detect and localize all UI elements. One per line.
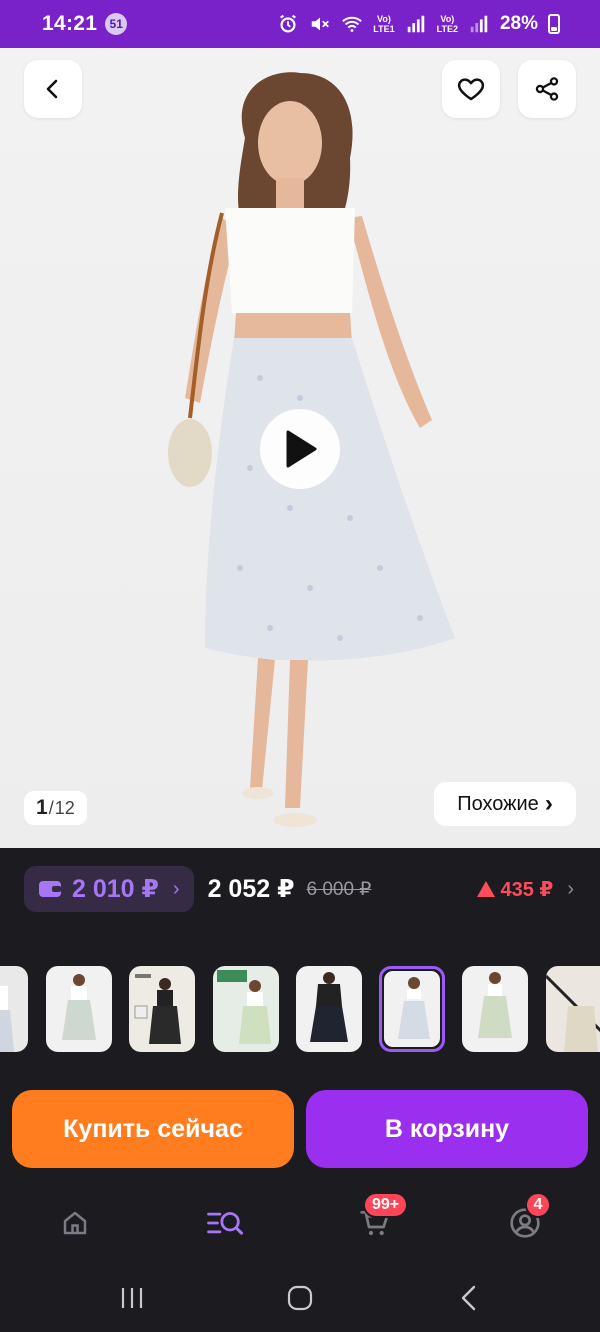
sim2-label: Vo) LTE2 bbox=[436, 14, 458, 34]
signal-icon-2 bbox=[470, 15, 488, 33]
variant-thumb[interactable] bbox=[213, 966, 279, 1052]
variant-thumb[interactable] bbox=[0, 966, 28, 1052]
price-details-chevron-icon[interactable]: › bbox=[567, 878, 574, 901]
wifi-icon bbox=[342, 16, 363, 32]
tab-catalog[interactable] bbox=[205, 1203, 245, 1243]
sim1-label: Vo) LTE1 bbox=[373, 14, 395, 34]
signal-icon bbox=[407, 15, 424, 33]
price-change: 435 ₽ bbox=[476, 877, 553, 902]
triangle-up-icon bbox=[477, 881, 496, 897]
page-separator: / bbox=[48, 798, 54, 818]
battery-icon bbox=[548, 14, 560, 34]
status-time: 14:21 bbox=[42, 12, 98, 35]
current-page: 1 bbox=[36, 796, 48, 819]
current-price: 2 052 ₽ bbox=[207, 875, 295, 903]
price-bar[interactable]: 2 010 ₽ › 2 052 ₽ 6 000 ₽ 435 ₽ › bbox=[0, 848, 600, 930]
profile-notification-badge: 4 bbox=[525, 1192, 551, 1218]
back-nav-button[interactable] bbox=[448, 1281, 488, 1315]
variant-thumb[interactable] bbox=[462, 966, 528, 1052]
favorite-button[interactable] bbox=[442, 60, 500, 118]
share-icon bbox=[535, 77, 559, 101]
play-icon bbox=[286, 430, 317, 468]
mute-icon bbox=[312, 17, 330, 31]
product-gallery[interactable]: 1 / 12 Похожие › bbox=[0, 48, 600, 848]
chevron-left-icon bbox=[46, 79, 58, 99]
notification-count-badge: 51 bbox=[105, 13, 128, 35]
recent-apps-icon bbox=[121, 1288, 143, 1308]
wallet-price-chip[interactable]: 2 010 ₽ › bbox=[24, 866, 194, 912]
chevron-right-icon: › bbox=[544, 790, 553, 817]
recent-apps-button[interactable] bbox=[112, 1281, 152, 1315]
catalog-search-icon bbox=[207, 1212, 243, 1235]
wallet-chevron-icon: › bbox=[172, 877, 180, 900]
add-to-cart-button[interactable]: В корзину bbox=[306, 1090, 588, 1168]
bottom-tab-bar: 99+ 4 bbox=[0, 1183, 600, 1263]
variant-thumb[interactable] bbox=[546, 966, 600, 1052]
status-icons: Vo) LTE1 Vo) LTE2 28% bbox=[277, 13, 560, 35]
battery-percent: 28% bbox=[499, 13, 538, 34]
tab-cart[interactable]: 99+ bbox=[355, 1192, 409, 1243]
tab-home[interactable] bbox=[55, 1203, 95, 1243]
play-video-button[interactable] bbox=[260, 409, 340, 489]
home-icon bbox=[63, 1211, 87, 1235]
home-nav-button[interactable] bbox=[280, 1281, 320, 1315]
wallet-price: 2 010 ₽ bbox=[72, 875, 159, 903]
buy-now-button[interactable]: Купить сейчас bbox=[12, 1090, 294, 1168]
wallet-icon bbox=[39, 881, 61, 897]
status-bar: 14:21 51 Vo) LTE1 Vo) LTE2 28% bbox=[0, 0, 600, 48]
variant-thumb[interactable] bbox=[46, 966, 112, 1052]
price-change-value: 435 ₽ bbox=[500, 878, 554, 901]
back-arrow-icon bbox=[461, 1285, 476, 1311]
similar-products-button[interactable]: Похожие › bbox=[434, 782, 576, 826]
tab-profile[interactable]: 4 bbox=[505, 1192, 551, 1243]
share-button[interactable] bbox=[518, 60, 576, 118]
gallery-page-counter: 1 / 12 bbox=[24, 791, 87, 825]
similar-label: Похожие bbox=[457, 792, 539, 815]
variant-thumb-selected[interactable] bbox=[379, 966, 445, 1052]
variant-thumb[interactable] bbox=[129, 966, 195, 1052]
heart-icon bbox=[457, 78, 485, 101]
action-area: Купить сейчас В корзину bbox=[0, 1068, 600, 1183]
cart-count-badge: 99+ bbox=[363, 1192, 409, 1218]
old-price: 6 000 ₽ bbox=[306, 878, 372, 900]
home-circle-icon bbox=[287, 1285, 313, 1311]
variant-thumb[interactable] bbox=[296, 966, 362, 1052]
total-pages: 12 bbox=[54, 798, 75, 818]
alarm-icon bbox=[280, 14, 297, 33]
variant-strip[interactable] bbox=[0, 942, 600, 1068]
back-button[interactable] bbox=[24, 60, 82, 118]
system-nav-bar bbox=[0, 1263, 600, 1332]
